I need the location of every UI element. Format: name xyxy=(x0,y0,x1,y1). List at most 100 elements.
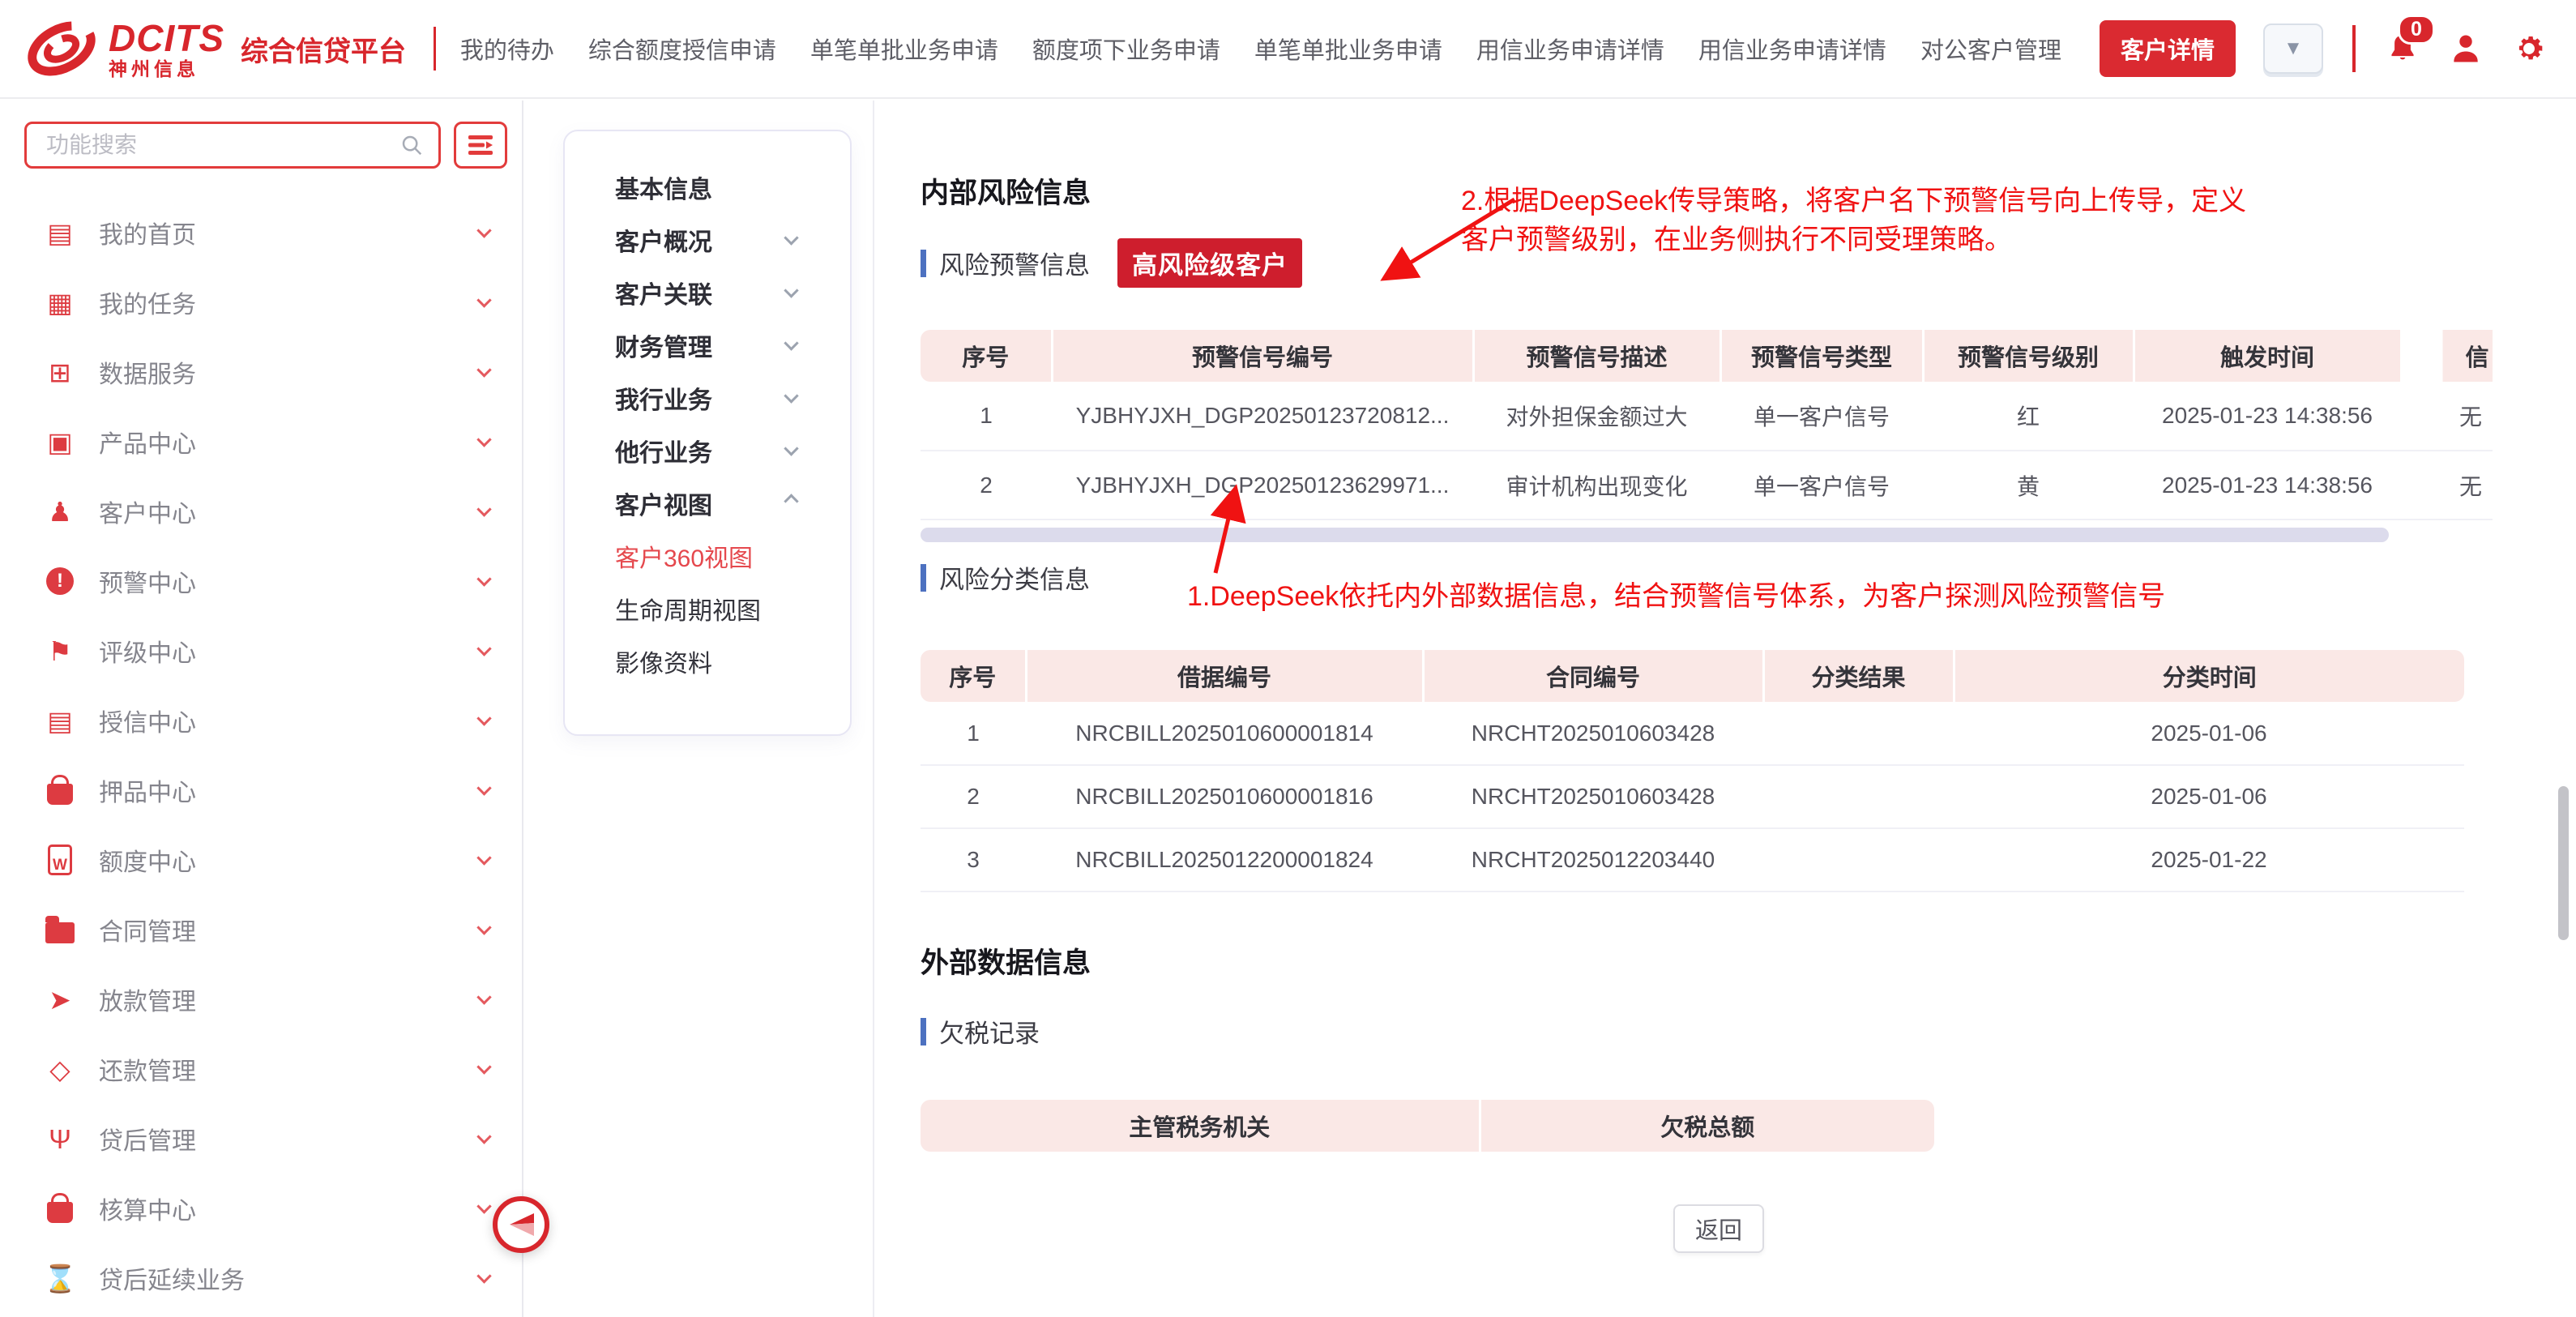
back-button[interactable]: 返回 xyxy=(1673,1204,1764,1253)
chevron-down-icon xyxy=(476,293,491,307)
table-cell: NRCBILL2025010600001816 xyxy=(1026,765,1423,828)
sidebar-item-label: 客户中心 xyxy=(99,494,479,529)
nav-tab-3[interactable]: 额度项下业务申请 xyxy=(1032,32,1220,66)
collapse-arrow-icon xyxy=(505,1210,537,1239)
sidebar-item-客户中心[interactable]: ♟客户中心 xyxy=(0,477,522,546)
sidebar-item-授信中心[interactable]: ▤授信中心 xyxy=(0,686,522,755)
submenu-item-label: 财务管理 xyxy=(615,327,712,363)
chevron-down-icon xyxy=(476,711,491,725)
column-header: 分类结果 xyxy=(1763,650,1954,702)
chevron-down-icon xyxy=(784,441,798,455)
flag-icon: ⚑ xyxy=(42,638,78,665)
user-profile-icon[interactable] xyxy=(2448,31,2484,66)
table-cell: 审计机构出现变化 xyxy=(1473,451,1720,520)
sidebar-item-数据服务[interactable]: ⊞数据服务 xyxy=(0,337,522,407)
submenu-item-他行业务[interactable]: 他行业务 xyxy=(615,424,850,477)
table-cell: YJBHYJXH_DGP20250123629971... xyxy=(1052,451,1473,520)
chevron-up-icon xyxy=(784,494,798,508)
function-search-box[interactable] xyxy=(24,122,441,169)
table-cell: 2025-01-22 xyxy=(1954,828,2464,892)
table-cell: 2025-01-06 xyxy=(1954,765,2464,828)
submenu-item-影像资料[interactable]: 影像资料 xyxy=(615,635,850,687)
table-cell xyxy=(1763,765,1954,828)
tab-overflow-dropdown[interactable]: ▼ xyxy=(2263,24,2323,74)
nav-tab-4[interactable]: 单笔单批业务申请 xyxy=(1254,32,1442,66)
submenu-item-label: 客户视图 xyxy=(615,485,712,521)
chevron-down-icon xyxy=(784,283,798,297)
table-cell: YJBHYJXH_DGP20250123720812... xyxy=(1052,382,1473,451)
sidebar-item-label: 产品中心 xyxy=(99,424,479,460)
paper-plane-icon: ➤ xyxy=(42,986,78,1013)
header-divider xyxy=(2352,25,2356,72)
nav-tab-2[interactable]: 单笔单批业务申请 xyxy=(810,32,998,66)
sidebar-item-额度中心[interactable]: W额度中心 xyxy=(0,825,522,895)
column-header: 合同编号 xyxy=(1423,650,1763,702)
risk-warning-table: 序号预警信号编号预警信号描述预警信号类型预警信号级别触发时间信1YJBHYJXH… xyxy=(921,330,2493,520)
menu-toggle-button[interactable] xyxy=(454,122,507,169)
sidebar-item-评级中心[interactable]: ⚑ 评级中心 xyxy=(0,616,522,686)
sidebar-collapse-button[interactable] xyxy=(493,1196,549,1253)
id-card-icon: ▤ xyxy=(42,220,78,246)
table-cell: 2 xyxy=(921,765,1026,828)
submenu-item-客户视图[interactable]: 客户视图 xyxy=(615,477,850,529)
chevron-down-icon xyxy=(476,502,491,516)
sidebar-item-label: 预警中心 xyxy=(99,563,479,599)
sidebar-item-我的任务[interactable]: ▦我的任务 xyxy=(0,267,522,337)
notification-bell-icon[interactable]: 0 xyxy=(2385,31,2420,66)
chevron-down-icon xyxy=(476,362,491,377)
utensils-icon: Ψ xyxy=(42,1126,78,1152)
column-header: 触发时间 xyxy=(2134,330,2401,382)
submenu-item-label: 生命周期视图 xyxy=(615,591,761,626)
table-row: 3NRCBILL2025012200001824NRCHT20250122034… xyxy=(921,828,2464,892)
table-row: 2YJBHYJXH_DGP20250123629971...审计机构出现变化单一… xyxy=(921,451,2493,520)
settings-gear-icon[interactable] xyxy=(2511,31,2547,66)
submenu-item-label: 客户概况 xyxy=(615,222,712,258)
secondary-panel-zone: 基本信息客户概况客户关联财务管理我行业务他行业务客户视图客户360视图生命周期视… xyxy=(525,100,872,1317)
sidebar-item-贷后延续业务[interactable]: ⌛贷后延续业务 xyxy=(0,1243,522,1313)
nav-tab-7[interactable]: 对公客户管理 xyxy=(1920,32,2061,66)
hourglass-icon: ⌛ xyxy=(42,1265,78,1292)
tab-customer-detail-active[interactable]: 客户详情 xyxy=(2100,20,2236,77)
table-cell: 2 xyxy=(921,451,1052,520)
internal-risk-title: 内部风险信息 xyxy=(921,170,1091,212)
sidebar-item-预警中心[interactable]: ! 预警中心 xyxy=(0,546,522,616)
tax-table-wrap: 主管税务机关欠税总额 xyxy=(921,1100,1942,1152)
sidebar-item-贷后管理[interactable]: Ψ 贷后管理 xyxy=(0,1104,522,1174)
chevron-down-icon xyxy=(784,388,798,403)
submenu-item-生命周期视图[interactable]: 生命周期视图 xyxy=(615,582,850,635)
submenu-item-我行业务[interactable]: 我行业务 xyxy=(615,371,850,424)
column-header: 预警信号类型 xyxy=(1720,330,1923,382)
table-cell: 单一客户信号 xyxy=(1720,382,1923,451)
submenu-item-基本信息[interactable]: 基本信息 xyxy=(615,160,850,213)
table-cell: NRCHT2025010603428 xyxy=(1423,765,1763,828)
sidebar-item-我的首页[interactable]: ▤我的首页 xyxy=(0,198,522,267)
sidebar-item-label: 授信中心 xyxy=(99,703,479,738)
page-vertical-scrollbar[interactable] xyxy=(2558,786,2569,940)
sidebar-item-label: 评级中心 xyxy=(99,633,479,669)
nav-tab-5[interactable]: 用信业务申请详情 xyxy=(1476,32,1664,66)
sidebar-item-押品中心[interactable]: 押品中心 xyxy=(0,755,522,825)
sidebar-item-label: 我的任务 xyxy=(99,284,479,320)
nav-tab-1[interactable]: 综合额度授信申请 xyxy=(588,32,776,66)
horizontal-scrollbar[interactable] xyxy=(921,528,2389,542)
submenu-item-客户关联[interactable]: 客户关联 xyxy=(615,266,850,319)
submenu-item-客户360视图[interactable]: 客户360视图 xyxy=(615,529,850,582)
sidebar-item-合同管理[interactable]: 合同管理 xyxy=(0,895,522,964)
sidebar-item-产品中心[interactable]: ▣产品中心 xyxy=(0,407,522,477)
nav-tab-0[interactable]: 我的待办 xyxy=(460,32,554,66)
submenu-item-客户概况[interactable]: 客户概况 xyxy=(615,213,850,266)
nav-tab-6[interactable]: 用信业务申请详情 xyxy=(1698,32,1886,66)
sidebar-item-核算中心[interactable]: 核算中心 xyxy=(0,1174,522,1243)
table-cell: 2025-01-23 14:38:56 xyxy=(2134,451,2401,520)
table-cell: NRCBILL2025012200001824 xyxy=(1026,828,1423,892)
annotation-note-2: 2.根据DeepSeek传导策略，将客户名下预警信号向上传导，定义 客户预警级别… xyxy=(1461,182,2246,260)
sidebar-item-label: 额度中心 xyxy=(99,842,479,878)
search-input[interactable] xyxy=(46,132,399,158)
chevron-down-icon xyxy=(476,223,491,237)
alert-circle-icon: ! xyxy=(42,567,78,595)
sidebar-item-还款管理[interactable]: ◇还款管理 xyxy=(0,1034,522,1104)
submenu-item-财务管理[interactable]: 财务管理 xyxy=(615,319,850,371)
table-cell xyxy=(1763,828,1954,892)
sidebar-item-label: 贷后管理 xyxy=(99,1121,479,1157)
sidebar-item-放款管理[interactable]: ➤放款管理 xyxy=(0,964,522,1034)
